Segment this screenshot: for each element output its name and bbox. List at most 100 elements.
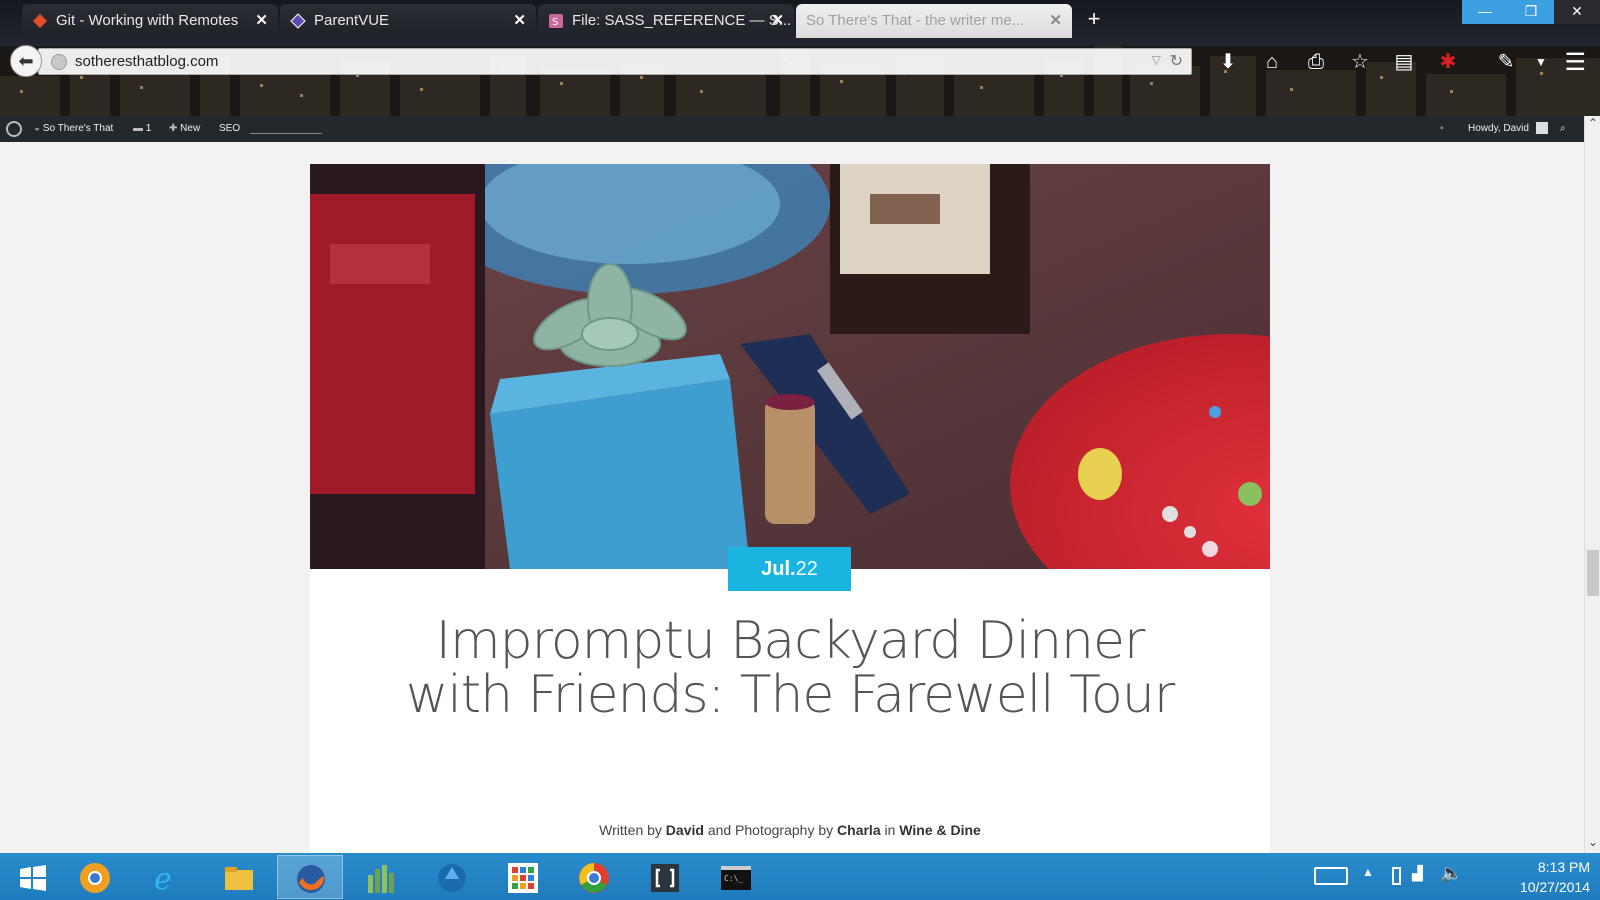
taskbar-blue-app[interactable] xyxy=(419,855,485,899)
new-label: New xyxy=(180,123,201,134)
chevron-down-icon[interactable]: ▼ xyxy=(1528,48,1554,76)
hamburger-menu-icon[interactable]: ☰ xyxy=(1564,48,1586,77)
minimize-button[interactable]: — xyxy=(1462,0,1508,24)
system-tray: ▲ ▟ 🔈 8:13 PM 10/27/2014 xyxy=(1300,853,1600,900)
notification-icon[interactable]: ▪ xyxy=(1440,116,1444,142)
tab-parentvue[interactable]: ParentVUE ✕ xyxy=(280,4,536,38)
parentvue-icon xyxy=(290,13,306,29)
chrome-icon xyxy=(579,863,609,893)
home-icon[interactable]: ⌂ xyxy=(1250,48,1294,76)
chart-app-icon xyxy=(368,865,394,893)
admin-account-link[interactable]: Howdy, David xyxy=(1468,116,1548,142)
wp-admin-bar: ◒ So There's That ▬ 1 ✚ New SEO ▪ Howdy,… xyxy=(0,116,1584,142)
taskbar-apps-grid[interactable] xyxy=(490,855,556,899)
svg-text:e: e xyxy=(154,862,172,895)
tab-strip: Git - Working with Remotes ✕ ParentVUE ✕… xyxy=(0,0,1460,38)
category-link[interactable]: Wine & Dine xyxy=(899,822,981,838)
taskbar-internet-explorer[interactable]: e xyxy=(134,855,200,899)
admin-comments-link[interactable]: ▬ 1 xyxy=(133,116,151,142)
post-date-badge: Jul.22 xyxy=(728,547,851,591)
stats-sparkline[interactable] xyxy=(250,124,322,134)
close-icon[interactable]: ✕ xyxy=(255,4,268,38)
bookmark-star-icon[interactable]: ☆ xyxy=(1338,48,1382,76)
windows-taskbar: e C:\_ ▲ ▟ 🔈 8:13 PM 10/27/2014 xyxy=(0,853,1600,900)
scroll-up-icon[interactable]: ⌃ xyxy=(1585,116,1600,134)
toolbar: ⬇ ⌂ ⎙ ☆ ▤ ✱ ✎ ▼ xyxy=(1206,48,1554,76)
close-icon[interactable]: ✕ xyxy=(771,4,784,38)
taskbar-chart-app[interactable] xyxy=(348,855,414,899)
admin-site-link[interactable]: ◒ So There's That xyxy=(34,116,113,142)
window-controls: — ❐ ✕ xyxy=(1462,0,1600,24)
close-icon[interactable]: ✕ xyxy=(1049,4,1062,38)
comment-icon: ▬ xyxy=(133,123,143,134)
taskbar-file-explorer[interactable] xyxy=(206,855,272,899)
navigation-bar: sotheresthatblog.com ▽ ↻ ⬅ ⬇ ⌂ ⎙ ☆ ▤ ✱ ✎… xyxy=(0,40,1600,84)
reading-list-icon[interactable]: ▤ xyxy=(1382,48,1426,76)
firefox-icon xyxy=(297,865,325,893)
byline-in: in xyxy=(884,822,896,838)
back-button[interactable]: ⬅ xyxy=(10,45,42,77)
url-text[interactable]: sotheresthatblog.com xyxy=(75,53,218,70)
tab-sass-reference[interactable]: S File: SASS_REFERENCE — S... ✕ xyxy=(538,4,794,38)
dashboard-icon: ◒ xyxy=(34,123,41,134)
url-bar[interactable]: sotheresthatblog.com ▽ ↻ xyxy=(38,48,1192,75)
taskbar-chrome-canary[interactable] xyxy=(62,855,128,899)
download-icon[interactable]: ⬇ xyxy=(1206,48,1250,76)
taskbar-brackets[interactable] xyxy=(632,855,698,899)
file-explorer-icon xyxy=(225,867,253,890)
blue-app-icon xyxy=(438,864,466,892)
admin-seo-link[interactable]: SEO xyxy=(219,116,240,142)
reload-icon[interactable]: ↻ xyxy=(1170,51,1183,71)
tab-so-theres-that[interactable]: So There's That - the writer me... ✕ xyxy=(796,4,1072,38)
clock[interactable]: 8:13 PM 10/27/2014 xyxy=(1520,857,1590,897)
photographer-link[interactable]: Charla xyxy=(837,822,881,838)
show-hidden-icons-icon[interactable]: ▲ xyxy=(1362,865,1374,879)
site-name: So There's That xyxy=(42,123,114,134)
post-byline: Written by David and Photography by Char… xyxy=(310,822,1270,838)
scrollbar-thumb[interactable] xyxy=(1587,550,1599,596)
globe-icon xyxy=(51,54,67,70)
tab-label: File: SASS_REFERENCE — S... xyxy=(572,12,792,29)
taskbar-command-prompt[interactable]: C:\_ xyxy=(703,855,769,899)
byline-prefix: Written by xyxy=(599,822,662,838)
battery-icon[interactable] xyxy=(1392,867,1401,885)
start-icon xyxy=(20,865,46,891)
tab-git-remotes[interactable]: Git - Working with Remotes ✕ xyxy=(22,4,278,38)
taskbar-chrome[interactable] xyxy=(561,855,627,899)
comments-count: 1 xyxy=(145,123,152,134)
brackets-icon xyxy=(651,864,679,892)
howdy-label: Howdy, David xyxy=(1468,123,1529,134)
history-dropdown-icon[interactable]: ▽ xyxy=(1152,53,1161,67)
browser-chrome: Git - Working with Remotes ✕ ParentVUE ✕… xyxy=(0,0,1600,116)
close-icon[interactable]: ✕ xyxy=(513,4,526,38)
lastpass-icon[interactable]: ✱ xyxy=(1426,48,1470,76)
start-button[interactable] xyxy=(0,855,66,899)
post-card: Jul.22 Impromptu Backyard Dinner with Fr… xyxy=(310,164,1270,853)
extension-icon[interactable]: ✎ xyxy=(1484,48,1528,76)
network-signal-icon[interactable]: ▟ xyxy=(1412,865,1423,882)
arrow-left-icon: ⬅ xyxy=(18,51,34,71)
vertical-scrollbar[interactable]: ⌃ ⌄ xyxy=(1584,116,1600,853)
new-tab-button[interactable]: + xyxy=(1082,6,1106,32)
post-featured-image[interactable] xyxy=(310,164,1270,569)
command-prompt-icon: C:\_ xyxy=(721,866,751,890)
apps-grid-icon xyxy=(508,863,538,893)
svg-text:C:\_: C:\_ xyxy=(724,874,743,883)
wordpress-icon[interactable] xyxy=(6,121,22,137)
keyboard-icon[interactable] xyxy=(1314,867,1348,885)
search-icon[interactable]: ⌕ xyxy=(1560,116,1566,142)
close-window-button[interactable]: ✕ xyxy=(1554,0,1600,24)
git-icon xyxy=(32,13,48,29)
maximize-button[interactable]: ❐ xyxy=(1508,0,1554,24)
taskbar-firefox[interactable] xyxy=(277,855,343,899)
chrome-canary-icon xyxy=(80,863,110,893)
volume-icon[interactable]: 🔈 xyxy=(1440,863,1462,884)
print-icon[interactable]: ⎙ xyxy=(1294,48,1338,76)
post-title[interactable]: Impromptu Backyard Dinner with Friends: … xyxy=(390,614,1190,722)
clock-date: 10/27/2014 xyxy=(1519,879,1590,895)
tab-label: Git - Working with Remotes xyxy=(56,12,239,29)
tab-label: So There's That - the writer me... xyxy=(806,12,1025,29)
scroll-down-icon[interactable]: ⌄ xyxy=(1585,835,1600,853)
admin-new-link[interactable]: ✚ New xyxy=(169,116,200,142)
author-link[interactable]: David xyxy=(666,822,704,838)
